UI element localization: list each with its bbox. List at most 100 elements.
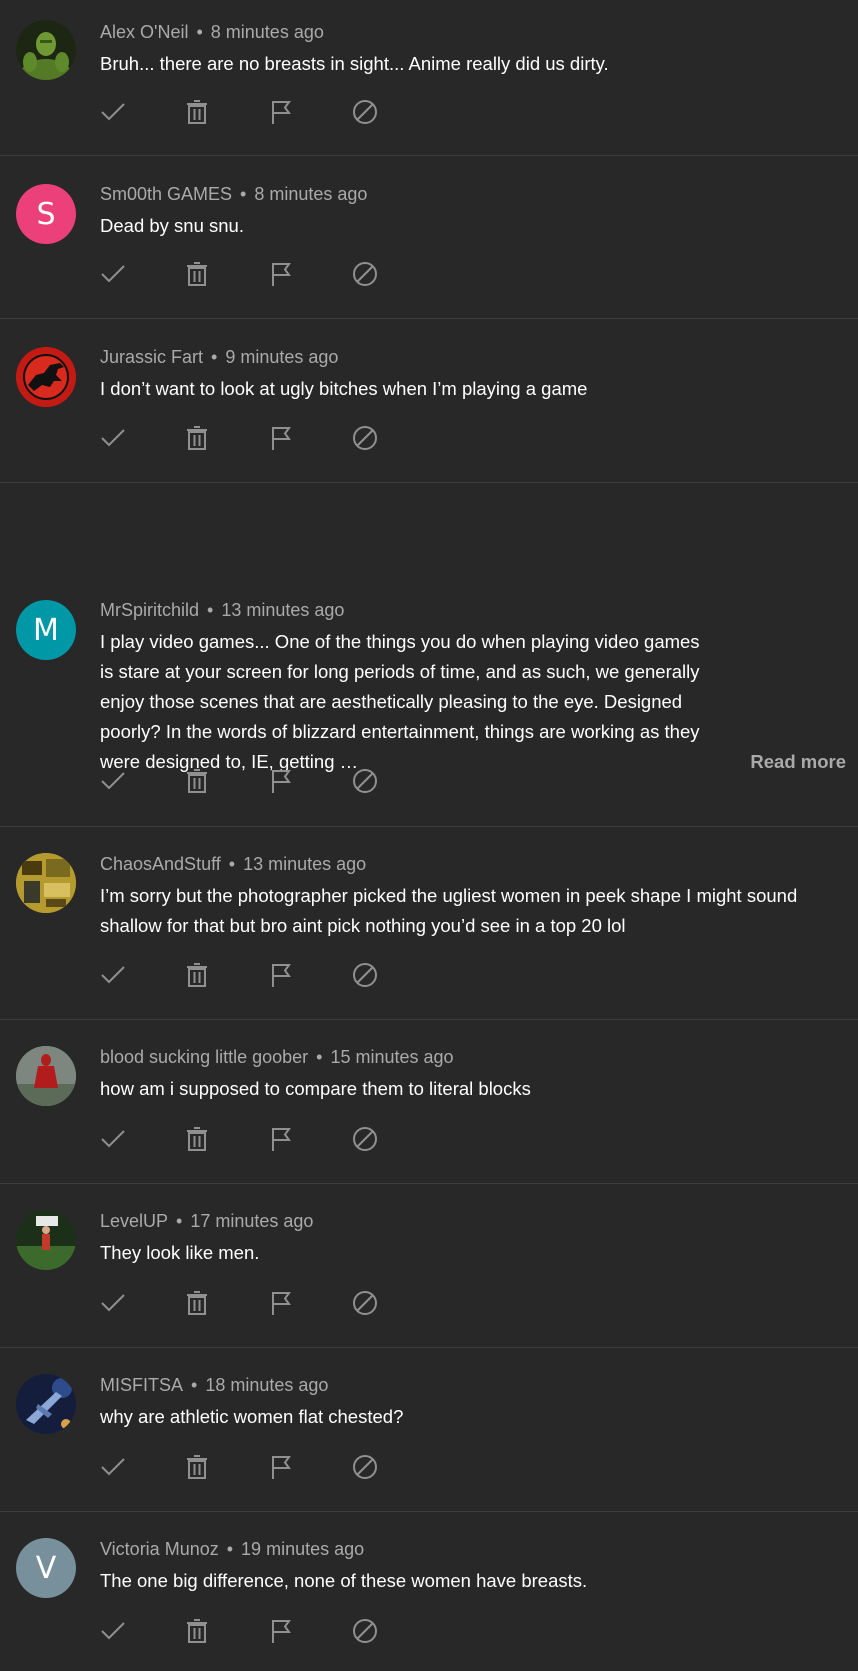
avatar[interactable] [16,1374,76,1434]
flag-button[interactable] [268,1126,294,1152]
timestamp[interactable]: 18 minutes ago [205,1375,328,1395]
block-user-button[interactable] [352,1618,378,1644]
comment-text-row: I play video games... One of the things … [100,627,846,777]
comment-text: how am i supposed to compare them to lit… [100,1078,531,1099]
block-icon [352,768,378,794]
avatar[interactable]: S [16,184,76,244]
avatar[interactable]: M [16,600,76,660]
comment-actions [100,1454,436,1480]
flag-button[interactable] [268,99,294,125]
timestamp[interactable]: 9 minutes ago [225,347,338,367]
comment-actions [100,261,436,287]
delete-button[interactable] [184,768,210,794]
comment-text: Dead by snu snu. [100,215,244,236]
comment-body: blood sucking little goober • 15 minutes a… [100,1044,846,1104]
timestamp[interactable]: 13 minutes ago [221,600,344,620]
flag-button[interactable] [268,1454,294,1480]
separator-dot: • [226,1539,234,1559]
author-name[interactable]: MrSpiritchild [100,600,199,620]
comment-body: MISFITSA • 18 minutes ago why are athletic… [100,1372,846,1432]
timestamp[interactable]: 8 minutes ago [254,184,367,204]
comment-item: V Victoria Munoz • 19 minutes ago The one … [0,1511,858,1671]
delete-button[interactable] [184,1618,210,1644]
approve-button[interactable] [100,768,126,794]
delete-button[interactable] [184,1126,210,1152]
approve-icon [100,1126,126,1152]
timestamp[interactable]: 15 minutes ago [330,1047,453,1067]
block-user-button[interactable] [352,1290,378,1316]
approve-button[interactable] [100,261,126,287]
approve-icon [100,425,126,451]
comment-meta: Sm00th GAMES • 8 minutes ago [100,181,846,207]
timestamp[interactable]: 19 minutes ago [241,1539,364,1559]
author-name[interactable]: Victoria Munoz [100,1539,219,1559]
flag-button[interactable] [268,768,294,794]
timestamp[interactable]: 13 minutes ago [243,854,366,874]
delete-icon [184,425,210,451]
comment-text: The one big difference, none of these wo… [100,1570,588,1591]
flag-button[interactable] [268,261,294,287]
author-name[interactable]: Jurassic Fart [100,347,203,367]
approve-button[interactable] [100,1454,126,1480]
comment-item: S Sm00th GAMES • 8 minutes ago Dead by snu… [0,155,858,319]
comment-meta: blood sucking little goober • 15 minutes a… [100,1044,846,1070]
red-figure-avatar-icon [16,1046,76,1106]
delete-button[interactable] [184,1454,210,1480]
flag-button[interactable] [268,962,294,988]
comment-text: Bruh... there are no breasts in sight...… [100,53,609,74]
block-user-button[interactable] [352,1126,378,1152]
avatar[interactable] [16,20,76,80]
approve-button[interactable] [100,99,126,125]
block-user-button[interactable] [352,1454,378,1480]
comment-actions [100,1126,436,1152]
avatar[interactable] [16,853,76,913]
avatar-letter: S [36,196,56,232]
comment-actions [100,962,436,988]
flag-icon [268,1618,294,1644]
comment-meta: Jurassic Fart • 9 minutes ago [100,344,846,370]
read-more-link[interactable]: Read more [750,747,846,777]
comment-body: MrSpiritchild • 13 minutes ago I play vide… [100,597,846,777]
author-name[interactable]: blood sucking little goober [100,1047,308,1067]
separator-dot: • [176,1211,183,1231]
comment-body: Alex O'Neil • 8 minutes ago Bruh... there … [100,19,846,79]
block-user-button[interactable] [352,99,378,125]
approve-button[interactable] [100,425,126,451]
delete-button[interactable] [184,1290,210,1316]
delete-button[interactable] [184,425,210,451]
author-name[interactable]: MISFITSA [100,1375,183,1395]
block-user-button[interactable] [352,425,378,451]
avatar[interactable]: V [16,1538,76,1598]
approve-button[interactable] [100,1290,126,1316]
delete-button[interactable] [184,962,210,988]
block-user-button[interactable] [352,768,378,794]
flag-button[interactable] [268,1290,294,1316]
avatar[interactable] [16,1210,76,1270]
timestamp[interactable]: 17 minutes ago [190,1211,313,1231]
flag-button[interactable] [268,425,294,451]
block-user-button[interactable] [352,962,378,988]
approve-icon [100,962,126,988]
author-name[interactable]: ChaosAndStuff [100,854,221,874]
approve-button[interactable] [100,962,126,988]
approve-button[interactable] [100,1618,126,1644]
avatar[interactable] [16,1046,76,1106]
flag-button[interactable] [268,1618,294,1644]
delete-button[interactable] [184,261,210,287]
jurassic-park-logo-icon [16,347,76,407]
avatar-letter: V [35,1550,57,1586]
block-icon [352,1126,378,1152]
author-name[interactable]: Alex O'Neil [100,22,188,42]
delete-button[interactable] [184,99,210,125]
timestamp[interactable]: 8 minutes ago [211,22,324,42]
author-name[interactable]: LevelUP [100,1211,168,1231]
block-user-button[interactable] [352,261,378,287]
approve-button[interactable] [100,1126,126,1152]
comment-meta: LevelUP • 17 minutes ago [100,1208,846,1234]
flag-icon [268,1290,294,1316]
author-name[interactable]: Sm00th GAMES [100,184,232,204]
comment-text: They look like men. [100,1242,260,1263]
flag-icon [268,99,294,125]
avatar[interactable] [16,347,76,407]
comment-body: Sm00th GAMES • 8 minutes ago Dead by snu s… [100,181,846,241]
